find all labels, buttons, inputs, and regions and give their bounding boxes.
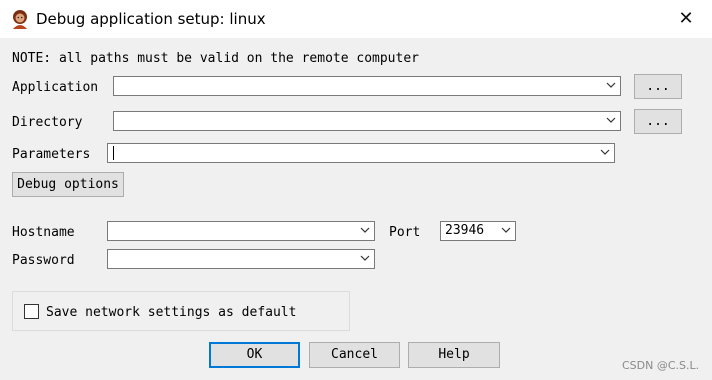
application-browse-button[interactable]: ...	[634, 74, 682, 99]
hostname-combo[interactable]	[107, 221, 375, 241]
port-value: 23946	[445, 223, 485, 238]
chevron-down-icon	[360, 255, 370, 261]
parameters-label: Parameters	[12, 147, 91, 162]
parameters-combo[interactable]	[107, 143, 615, 163]
application-label: Application	[12, 80, 99, 95]
text-caret	[113, 146, 114, 160]
hostname-label: Hostname	[12, 225, 75, 240]
help-button[interactable]: Help	[408, 342, 500, 368]
cancel-button[interactable]: Cancel	[309, 342, 400, 368]
application-combo[interactable]	[113, 76, 621, 96]
chevron-down-icon	[600, 149, 610, 155]
directory-browse-button[interactable]: ...	[634, 109, 682, 134]
watermark-text: CSDN @C.S.L.	[622, 359, 700, 372]
chevron-down-icon	[606, 82, 616, 88]
save-default-checkbox[interactable]	[24, 304, 39, 319]
port-combo[interactable]: 23946	[440, 221, 516, 241]
window-title: Debug application setup: linux	[36, 10, 266, 28]
title-bar: Debug application setup: linux ✕	[0, 0, 712, 38]
directory-combo[interactable]	[113, 111, 621, 131]
password-combo[interactable]	[107, 249, 375, 269]
debug-options-button[interactable]: Debug options	[12, 172, 124, 197]
ok-button[interactable]: OK	[209, 342, 300, 368]
note-text: NOTE: all paths must be valid on the rem…	[12, 51, 419, 66]
app-icon	[13, 10, 27, 29]
chevron-down-icon	[501, 227, 511, 233]
port-label: Port	[389, 225, 421, 240]
close-icon[interactable]: ✕	[672, 6, 700, 32]
password-label: Password	[12, 253, 75, 268]
chevron-down-icon	[606, 117, 616, 123]
save-default-label[interactable]: Save network settings as default	[46, 304, 296, 322]
directory-label: Directory	[12, 115, 83, 130]
chevron-down-icon	[360, 227, 370, 233]
